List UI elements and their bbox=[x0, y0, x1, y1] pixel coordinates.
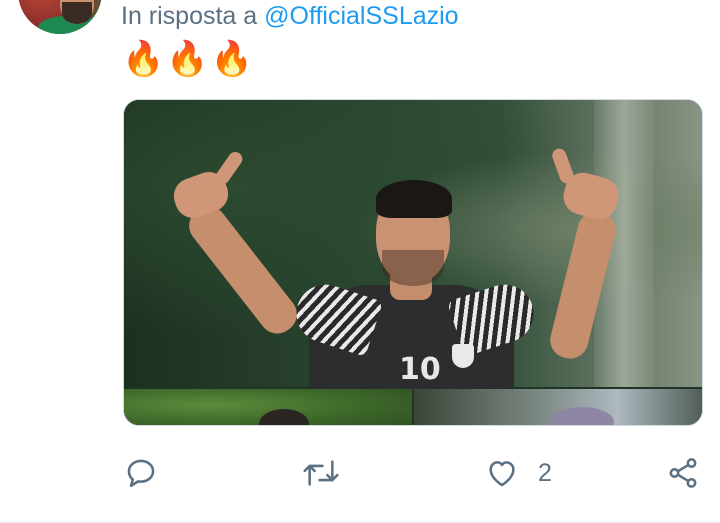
photo-subject bbox=[259, 409, 309, 425]
player-beard bbox=[382, 250, 444, 286]
reply-button[interactable] bbox=[124, 450, 158, 496]
tweet-text: 🔥🔥🔥 bbox=[122, 40, 256, 78]
player-right-thumb bbox=[550, 146, 576, 186]
share-button[interactable] bbox=[666, 450, 700, 496]
jersey-number: 10 bbox=[399, 352, 441, 387]
media-photo-bottom-left[interactable] bbox=[124, 389, 412, 425]
share-icon bbox=[666, 456, 700, 490]
like-button[interactable]: 2 bbox=[484, 450, 552, 496]
like-count: 2 bbox=[538, 458, 552, 487]
avatar-beard bbox=[62, 2, 92, 24]
tweet-actions-bar: 2 bbox=[0, 450, 720, 496]
media-photo-bottom-right[interactable] bbox=[414, 389, 702, 425]
reply-mention-link[interactable]: @OfficialSSLazio bbox=[264, 2, 458, 30]
jersey-badge bbox=[452, 344, 474, 368]
player-left-arm bbox=[181, 199, 305, 341]
media-photo-main[interactable]: 10 bbox=[124, 100, 702, 395]
retweet-button[interactable] bbox=[301, 450, 341, 496]
player-left-thumb bbox=[212, 149, 246, 187]
comment-icon bbox=[124, 456, 158, 490]
heart-icon bbox=[484, 456, 520, 490]
media-grid[interactable]: 10 bbox=[123, 99, 703, 426]
retweet-icon bbox=[301, 456, 341, 490]
photo-subject bbox=[550, 407, 614, 425]
player-hair bbox=[376, 180, 452, 218]
reply-context: In risposta a @OfficialSSLazio bbox=[121, 0, 459, 34]
reply-prefix: In risposta a bbox=[121, 2, 265, 30]
avatar[interactable] bbox=[18, 0, 102, 34]
